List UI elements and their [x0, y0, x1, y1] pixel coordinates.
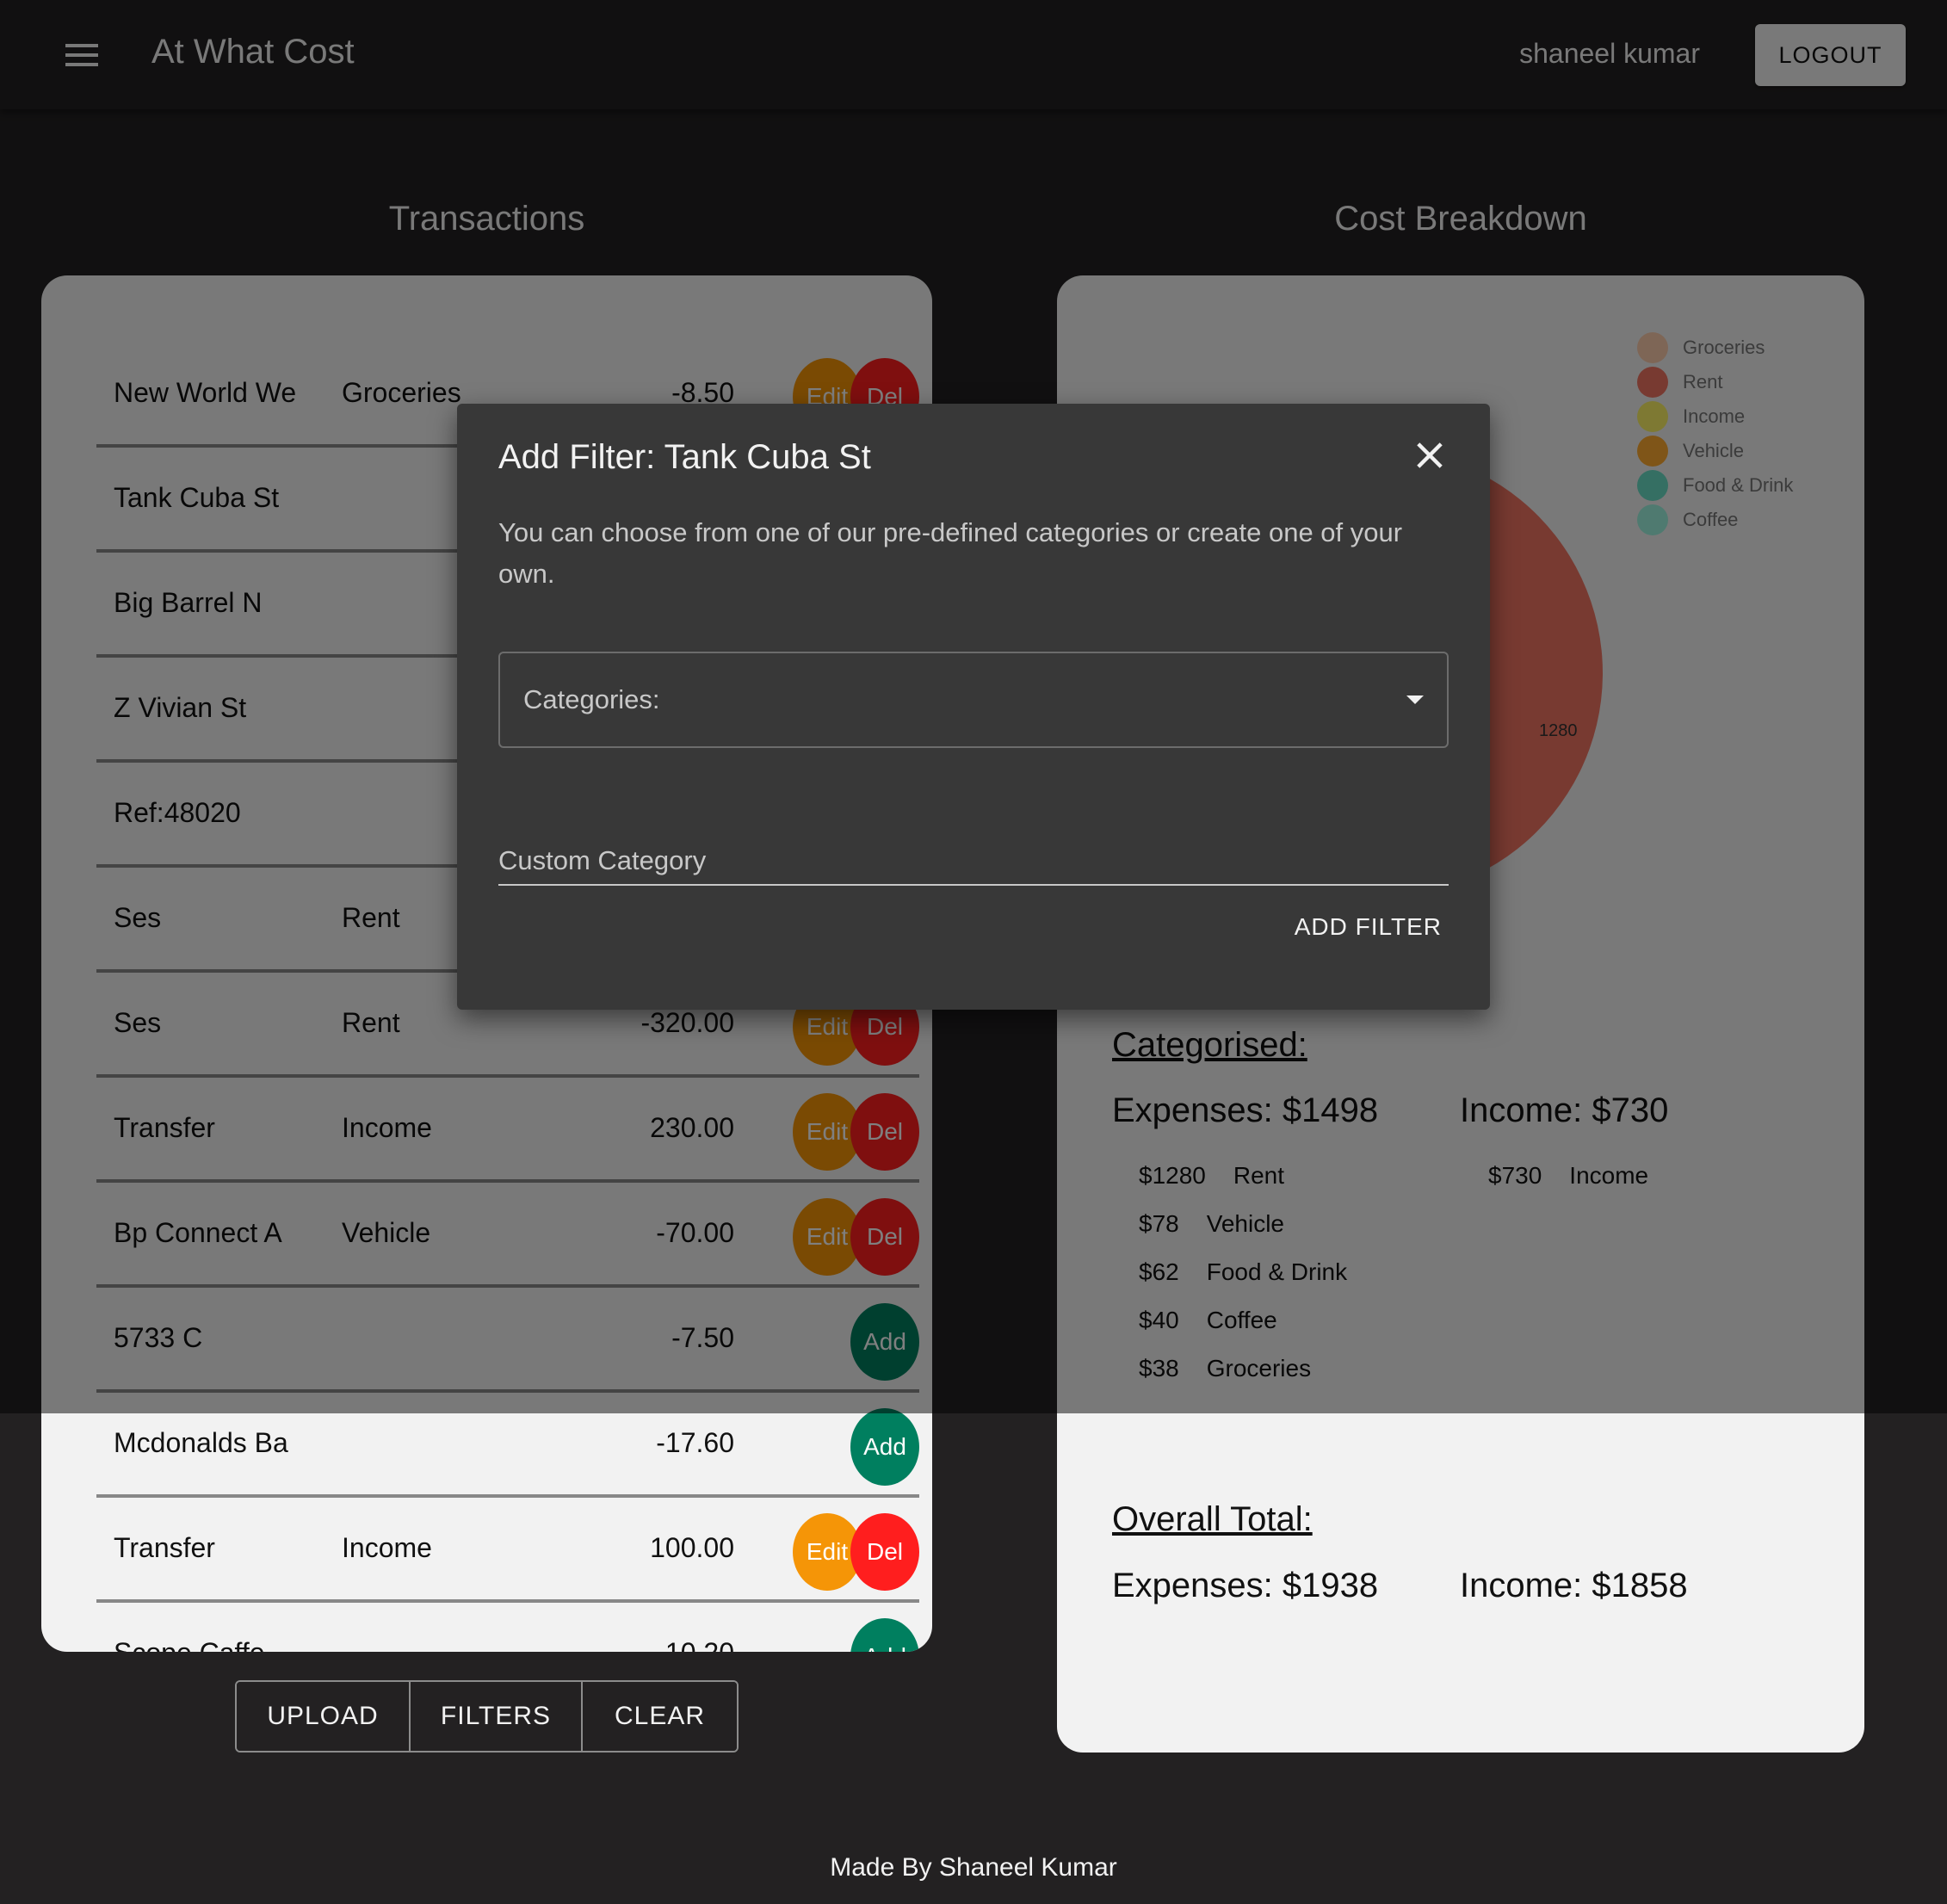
transaction-row: Scope Caffe -10.20 Add: [96, 1603, 919, 1652]
transaction-name: Scope Caffe: [114, 1637, 265, 1652]
transaction-amount: -10.20: [656, 1637, 734, 1652]
close-icon[interactable]: [1412, 438, 1447, 473]
add-filter-dialog: Add Filter: Tank Cuba St You can choose …: [457, 404, 1490, 1010]
transaction-amount: -17.60: [656, 1427, 734, 1458]
transaction-actions-group: UPLOAD FILTERS CLEAR: [235, 1680, 739, 1753]
overall-income: Income: $1858: [1460, 1567, 1688, 1604]
overall-total-heading: Overall Total:: [1112, 1500, 1313, 1538]
transaction-row: Transfer Income 100.00 Edit Del: [96, 1498, 919, 1603]
footer-credit: Made By Shaneel Kumar: [830, 1853, 1117, 1882]
add-button[interactable]: Add: [850, 1408, 919, 1486]
categories-select[interactable]: Categories:: [498, 652, 1449, 748]
categories-select-label: Categories:: [523, 684, 660, 714]
add-button[interactable]: Add: [850, 1618, 919, 1652]
dropdown-arrow-icon: [1406, 695, 1424, 704]
filters-button[interactable]: FILTERS: [411, 1682, 583, 1751]
transaction-category: Income: [342, 1532, 432, 1563]
custom-category-input[interactable]: [498, 838, 1449, 886]
add-filter-button[interactable]: ADD FILTER: [1295, 913, 1442, 941]
dialog-title: Add Filter: Tank Cuba St: [498, 438, 871, 476]
transaction-name: Mcdonalds Ba: [114, 1427, 288, 1458]
overall-expenses: Expenses: $1938: [1112, 1567, 1379, 1604]
upload-button[interactable]: UPLOAD: [237, 1682, 411, 1751]
transaction-amount: 100.00: [650, 1532, 734, 1563]
dialog-description: You can choose from one of our pre-defin…: [498, 517, 1403, 589]
clear-button[interactable]: CLEAR: [583, 1682, 737, 1751]
delete-button[interactable]: Del: [850, 1513, 919, 1591]
transaction-name: Transfer: [114, 1532, 215, 1563]
